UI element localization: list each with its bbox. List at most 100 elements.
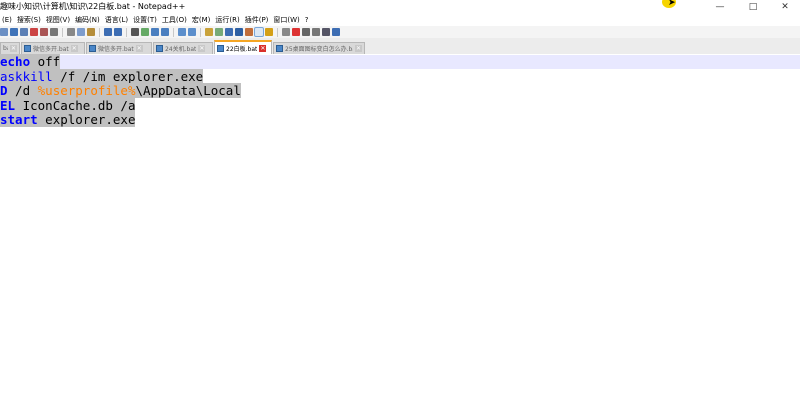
folder-icon[interactable] (265, 28, 273, 36)
undo-icon[interactable] (104, 28, 112, 36)
code-line[interactable]: EL IconCache.db /a (0, 97, 136, 113)
tab-bar: bat✕微信多开.bat✕微信多开.bat✕24关机.bat✕22白板.bat✕… (0, 38, 800, 55)
toolbar-separator (126, 27, 127, 37)
print-icon[interactable] (50, 28, 58, 36)
redo-icon[interactable] (114, 28, 122, 36)
tab-5[interactable]: 25桌面图标变白怎么办.bat ✕ (273, 42, 365, 54)
func-list-icon[interactable] (254, 27, 264, 37)
maximize-button[interactable]: □ (738, 0, 768, 14)
tab-label: 微信多开.bat (98, 46, 134, 53)
toolbar-separator (277, 27, 278, 37)
code-line[interactable]: askkill /f /im explorer.exe (0, 68, 204, 84)
title-bar: 趣味小知识\计算机\知识\22白板.bat - Notepad++ ➤ — □ … (0, 0, 800, 14)
code-token: askkill (0, 68, 53, 84)
close-button[interactable]: ✕ (770, 0, 800, 14)
toolbar-separator (99, 27, 100, 37)
minimize-button[interactable]: — (705, 0, 735, 14)
menu-item-6[interactable]: 工具(O) (160, 15, 190, 25)
monitor-icon[interactable] (282, 28, 290, 36)
code-token: echo (0, 54, 31, 69)
menu-item-8[interactable]: 运行(R) (213, 15, 242, 25)
menu-item-9[interactable]: 插件(P) (243, 15, 272, 25)
editor-area[interactable]: echo off askkill /f /im explorer.exe D /d … (0, 54, 800, 400)
menu-item-2[interactable]: 视图(V) (44, 15, 73, 25)
tab-label: 24关机.bat (165, 46, 197, 53)
save-all-icon[interactable] (20, 28, 28, 36)
tab-3[interactable]: 24关机.bat ✕ (153, 42, 213, 54)
paste-icon[interactable] (87, 28, 95, 36)
selection-highlight: EL IconCache.db /a (0, 97, 136, 113)
code-token: /d (7, 83, 38, 99)
menu-item-5[interactable]: 设置(T) (131, 15, 160, 25)
tab-1[interactable]: 微信多开.bat ✕ (21, 42, 85, 54)
record-icon[interactable] (292, 28, 300, 36)
sync-v-icon[interactable] (178, 28, 186, 36)
window-title: 趣味小知识\计算机\知识\22白板.bat - Notepad++ (0, 2, 186, 11)
code-token: %userprofile% (37, 83, 136, 99)
toolbar-separator (173, 27, 174, 37)
code-token: D (0, 83, 8, 99)
toolbar (0, 26, 800, 38)
code-token: EL (0, 97, 16, 113)
code-line[interactable]: echo off (0, 54, 800, 69)
tab-label: 微信多开.bat (33, 46, 69, 53)
tab-0[interactable]: bat✕ (0, 42, 20, 54)
tab-close-icon[interactable]: ✕ (355, 45, 362, 52)
code-token: start (0, 112, 38, 128)
sync-h-icon[interactable] (188, 28, 196, 36)
tab-close-icon[interactable]: ✕ (70, 45, 78, 52)
save-icon[interactable] (10, 28, 18, 36)
tab-label: 25桌面图标变白怎么办.bat (285, 46, 353, 53)
file-icon (89, 45, 96, 52)
selection-highlight: D /d %userprofile%\AppData\Local (0, 83, 241, 99)
cut-icon[interactable] (67, 28, 75, 36)
stop-icon[interactable] (302, 28, 310, 36)
indent-guide-icon[interactable] (225, 28, 233, 36)
lang-icon[interactable] (235, 28, 243, 36)
menu-item-3[interactable]: 编码(N) (73, 15, 103, 25)
word-wrap-icon[interactable] (205, 28, 213, 36)
file-icon (276, 45, 283, 52)
file-icon (156, 45, 163, 52)
menu-item-0[interactable]: (E) (0, 16, 15, 24)
play-multi-icon[interactable] (322, 28, 330, 36)
zoom-in-icon[interactable] (151, 28, 159, 36)
code-line[interactable]: D /d %userprofile%\AppData\Local (0, 83, 241, 99)
file-icon (24, 45, 31, 52)
copy-icon[interactable] (77, 28, 85, 36)
close-file-icon[interactable] (30, 28, 38, 36)
all-chars-icon[interactable] (215, 28, 223, 36)
tab-close-icon[interactable]: ✕ (198, 45, 206, 52)
menu-item-10[interactable]: 窗口(W) (271, 15, 302, 25)
menu-item-7[interactable]: 宏(M) (190, 15, 214, 25)
toolbar-separator (200, 27, 201, 37)
code-token: /f /im explorer.exe (52, 68, 204, 84)
find-icon[interactable] (131, 28, 139, 36)
open-icon[interactable] (0, 28, 8, 36)
tab-close-icon[interactable]: ✕ (259, 44, 267, 52)
menu-item-11[interactable]: ? (303, 16, 312, 24)
code-token: off (30, 54, 61, 69)
code-line[interactable]: start explorer.exe (0, 112, 136, 128)
selection-highlight: start explorer.exe (0, 112, 136, 128)
mouse-pointer-icon: ➤ (668, 0, 676, 8)
play-icon[interactable] (312, 28, 320, 36)
tab-4[interactable]: 22白板.bat ✕ (214, 40, 272, 54)
code-token: IconCache.db /a (15, 97, 136, 113)
menu-bar: (E) 搜索(S) 视图(V) 编码(N) 语言(L) 设置(T) 工具(O) 宏(M) 运行(… (0, 14, 800, 26)
close-all-icon[interactable] (40, 28, 48, 36)
menu-item-1[interactable]: 搜索(S) (15, 15, 44, 25)
map-icon[interactable] (245, 28, 253, 36)
tab-label: bat (3, 45, 8, 52)
code-token: explorer.exe (37, 112, 136, 128)
tab-label: 22白板.bat (226, 45, 258, 53)
tab-2[interactable]: 微信多开.bat ✕ (86, 42, 152, 54)
save-macro-icon[interactable] (332, 28, 340, 36)
zoom-out-icon[interactable] (161, 28, 169, 36)
file-icon (217, 44, 224, 52)
toolbar-separator (62, 27, 63, 37)
replace-icon[interactable] (141, 28, 149, 36)
tab-close-icon[interactable]: ✕ (135, 45, 143, 52)
tab-close-icon[interactable]: ✕ (10, 45, 17, 52)
menu-item-4[interactable]: 语言(L) (103, 15, 131, 25)
